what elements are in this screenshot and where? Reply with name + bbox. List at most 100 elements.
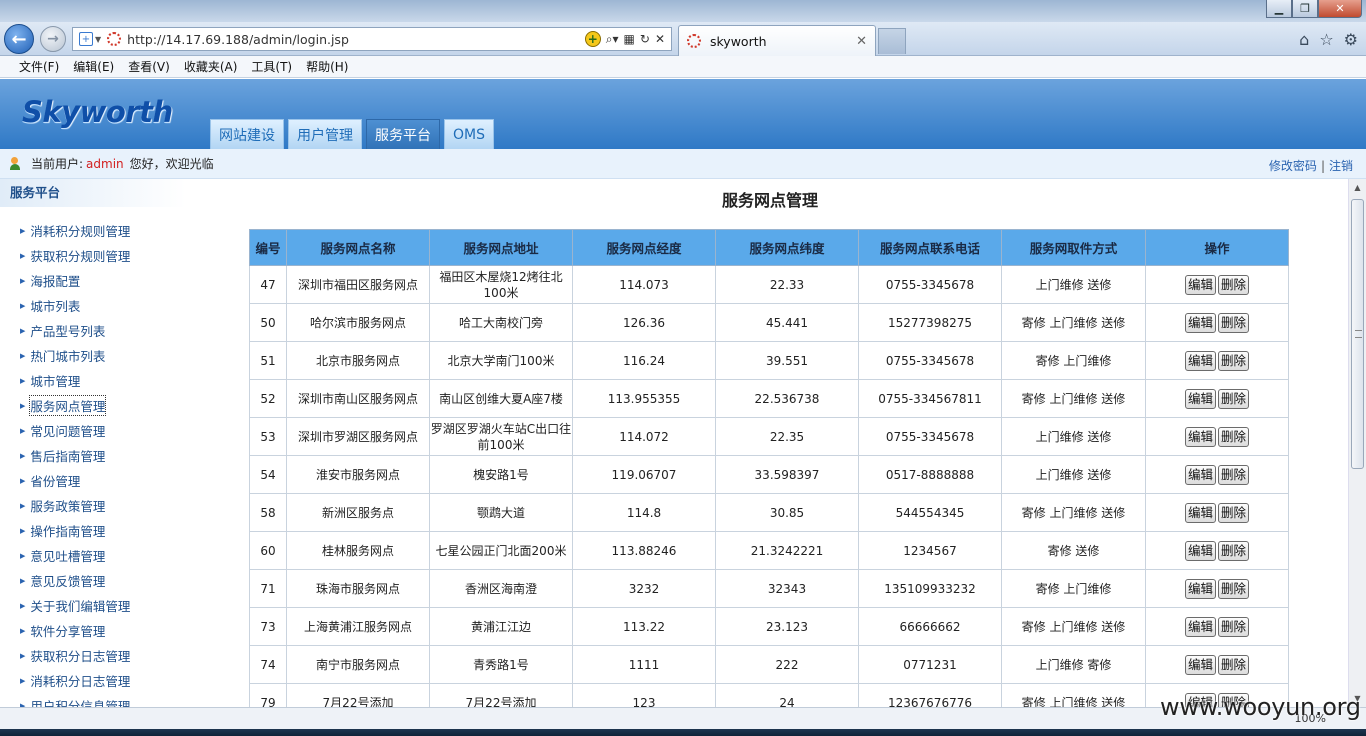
delete-button[interactable]: 删除 [1218, 312, 1250, 333]
back-button[interactable]: ← [4, 24, 34, 54]
settings-gear-icon[interactable]: ⚙ [1344, 30, 1358, 49]
table-row: 47 深圳市福田区服务网点 福田区木屋烧12烤往北100米 114.073 22.33 0… [249, 265, 1289, 304]
actions-cell: 编辑 删除 [1145, 531, 1289, 570]
edit-button[interactable]: 编辑 [1184, 464, 1216, 485]
scroll-thumb[interactable] [1351, 199, 1364, 469]
edit-button[interactable]: 编辑 [1184, 578, 1216, 599]
topnav-service-platform[interactable]: 服务平台 [366, 119, 440, 149]
table-cell: 0771231 [858, 645, 1002, 684]
sidebar-item[interactable]: ▶ 售后指南管理 [0, 443, 186, 468]
sidebar-item[interactable]: ▶ 意见反馈管理 [0, 568, 186, 593]
sidebar-item[interactable]: ▶ 城市列表 [0, 293, 186, 318]
actions-cell: 编辑 删除 [1145, 417, 1289, 456]
address-bar[interactable]: + ▼ http://14.17.69.188/admin/login.jsp … [72, 27, 672, 51]
table-cell: 上门维修 送修 [1001, 417, 1146, 456]
sidebar-item[interactable]: ▶ 常见问题管理 [0, 418, 186, 443]
chevron-down-icon[interactable]: ▼ [95, 35, 101, 44]
menu-tools[interactable]: 工具(T) [244, 58, 299, 75]
sidebar-item[interactable]: ▶ 用户积分信息管理 [0, 693, 186, 707]
table-cell: 53 [249, 417, 287, 456]
change-password-link[interactable]: 修改密码 [1269, 159, 1317, 173]
close-window-button[interactable]: ✕ [1318, 0, 1362, 18]
delete-button[interactable]: 删除 [1218, 274, 1250, 295]
browser-tab[interactable]: skyworth ✕ [678, 25, 876, 56]
edit-button[interactable]: 编辑 [1184, 654, 1216, 675]
delete-button[interactable]: 删除 [1218, 502, 1250, 523]
edit-button[interactable]: 编辑 [1184, 312, 1216, 333]
sidebar-item[interactable]: ▶ 海报配置 [0, 268, 186, 293]
menu-file[interactable]: 文件(F) [12, 58, 66, 75]
table-cell: 126.36 [572, 303, 716, 342]
sidebar-item[interactable]: ▶ 关于我们编辑管理 [0, 593, 186, 618]
scroll-up-icon[interactable]: ▲ [1349, 179, 1366, 196]
edit-button[interactable]: 编辑 [1184, 350, 1216, 371]
sidebar-item[interactable]: ▶ 软件分享管理 [0, 618, 186, 643]
sidebar-item[interactable]: ▶ 获取积分日志管理 [0, 643, 186, 668]
favorites-star-icon[interactable]: ☆ [1319, 30, 1333, 49]
table-cell: 30.85 [715, 493, 859, 532]
topnav-user-management[interactable]: 用户管理 [288, 119, 362, 149]
sidebar-list: ▶ 消耗积分规则管理 ▶ 获取积分规则管理 ▶ 海报配置 ▶ 城市列表 ▶ 产品型号列表 ▶ 热门城市… [0, 218, 186, 707]
edit-button[interactable]: 编辑 [1184, 616, 1216, 637]
actions-cell: 编辑 删除 [1145, 265, 1289, 304]
menu-help[interactable]: 帮助(H) [299, 58, 355, 75]
refresh-icon[interactable]: ↻ [640, 32, 650, 46]
browser-toolbar-right: ⌂ ☆ ⚙ [1299, 30, 1358, 49]
delete-button[interactable]: 删除 [1218, 426, 1250, 447]
compatibility-icon[interactable]: + [584, 31, 601, 47]
minimize-button[interactable]: ▁ [1266, 0, 1292, 18]
sidebar-item[interactable]: ▶ 操作指南管理 [0, 518, 186, 543]
sidebar-item[interactable]: ▶ 消耗积分规则管理 [0, 218, 186, 243]
delete-button[interactable]: 删除 [1218, 540, 1250, 561]
os-taskbar [0, 729, 1366, 736]
compat-view-icon[interactable]: ▦ [624, 32, 635, 46]
sidebar-item-label: 城市列表 [30, 299, 81, 314]
delete-button[interactable]: 删除 [1218, 616, 1250, 637]
table-cell: 0755-3345678 [858, 265, 1002, 304]
delete-button[interactable]: 删除 [1218, 350, 1250, 371]
menu-view[interactable]: 查看(V) [121, 58, 177, 75]
edit-button[interactable]: 编辑 [1184, 426, 1216, 447]
home-icon[interactable]: ⌂ [1299, 30, 1309, 49]
sidebar-item[interactable]: ▶ 消耗积分日志管理 [0, 668, 186, 693]
edit-button[interactable]: 编辑 [1184, 274, 1216, 295]
delete-button[interactable]: 删除 [1218, 654, 1250, 675]
sidebar-item[interactable]: ▶ 服务网点管理 [0, 393, 186, 418]
edit-button[interactable]: 编辑 [1184, 502, 1216, 523]
vertical-scrollbar[interactable]: ▲ ▼ [1348, 179, 1366, 707]
column-header: 服务网点地址 [429, 229, 573, 266]
sidebar-item[interactable]: ▶ 城市管理 [0, 368, 186, 393]
sidebar-item[interactable]: ▶ 意见吐槽管理 [0, 543, 186, 568]
menu-favorites[interactable]: 收藏夹(A) [177, 58, 245, 75]
tab-close-icon[interactable]: ✕ [856, 34, 867, 49]
table-cell: 上门维修 送修 [1001, 265, 1146, 304]
topnav-oms[interactable]: OMS [444, 119, 494, 149]
add-favorite-icon[interactable]: + [79, 32, 93, 46]
table-cell: 52 [249, 379, 287, 418]
sidebar-item[interactable]: ▶ 省份管理 [0, 468, 186, 493]
new-tab-button[interactable] [878, 28, 906, 54]
stop-icon[interactable]: ✕ [655, 32, 665, 46]
delete-button[interactable]: 删除 [1218, 578, 1250, 599]
table-cell: 哈工大南校门旁 [429, 303, 573, 342]
sidebar-item[interactable]: ▶ 服务政策管理 [0, 493, 186, 518]
edit-button[interactable]: 编辑 [1184, 540, 1216, 561]
sidebar-item-label: 意见吐槽管理 [30, 549, 106, 564]
edit-button[interactable]: 编辑 [1184, 388, 1216, 409]
table-cell: 上门维修 送修 [1001, 455, 1146, 494]
logout-link[interactable]: 注销 [1329, 159, 1353, 173]
menu-edit[interactable]: 编辑(E) [66, 58, 121, 75]
triangle-right-icon: ▶ [20, 551, 26, 560]
sidebar-item[interactable]: ▶ 产品型号列表 [0, 318, 186, 343]
topnav-site-build[interactable]: 网站建设 [210, 119, 284, 149]
sidebar-item[interactable]: ▶ 获取积分规则管理 [0, 243, 186, 268]
url-text[interactable]: http://14.17.69.188/admin/login.jsp [127, 32, 585, 47]
forward-button[interactable]: → [40, 26, 66, 52]
delete-button[interactable]: 删除 [1218, 464, 1250, 485]
delete-button[interactable]: 删除 [1218, 388, 1250, 409]
maximize-button[interactable]: ❐ [1292, 0, 1318, 18]
table-cell: 24 [715, 683, 859, 707]
sidebar-item[interactable]: ▶ 热门城市列表 [0, 343, 186, 368]
arrow-left-icon: ← [11, 28, 27, 50]
search-icon[interactable]: ⌕▾ [606, 32, 619, 47]
